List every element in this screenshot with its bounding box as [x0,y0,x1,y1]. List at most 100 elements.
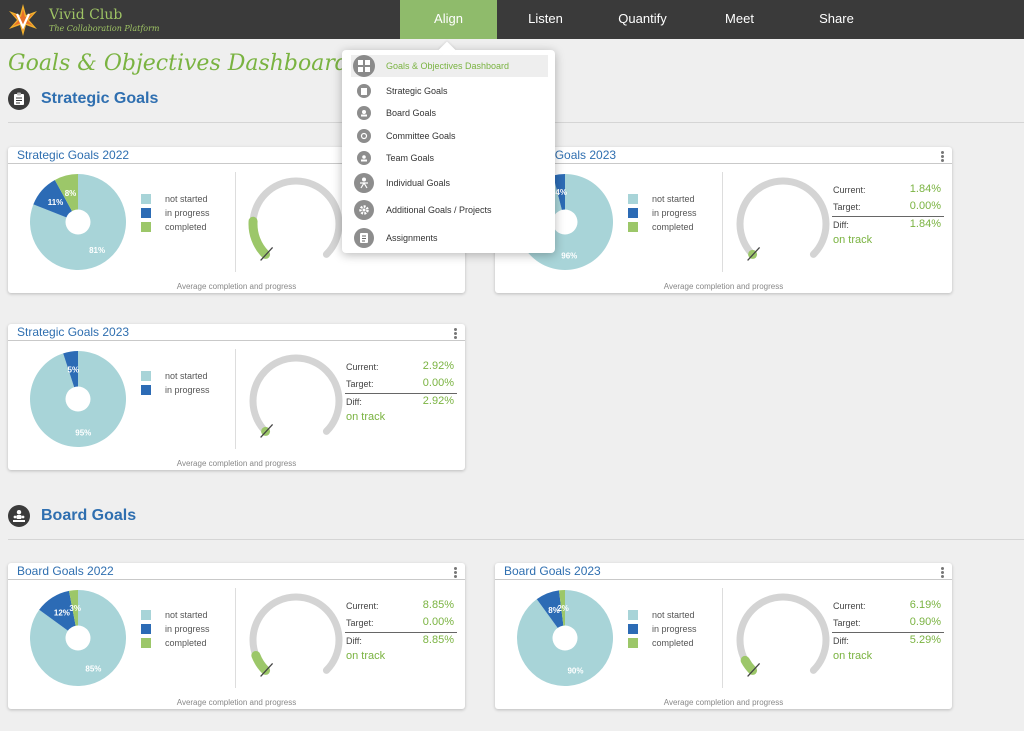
status-badge: on track [346,411,386,423]
progress-gauge [248,177,343,261]
pie-label-in-progress: 5% [68,365,80,374]
legend-item-completed: completed [141,636,210,650]
kebab-menu-icon[interactable] [941,151,945,163]
donut-chart: 81% 11%8% [30,174,126,270]
stat-value: 0.00% [909,200,941,212]
card-caption: Average completion and progress [663,698,784,707]
legend-label: not started [165,371,208,381]
progress-gauge [249,593,343,677]
pie-label-in-progress: 11% [48,198,64,207]
card-divider [235,588,236,688]
card-title[interactable]: Strategic Goals 2022 [17,148,129,162]
progress-stats: Current: 2.92% Target: 0.00% Diff: 2.92% on… [345,359,457,423]
nav-align[interactable]: Align [400,0,497,39]
dropdown-item-goals-objectives-dashboard[interactable]: Goals & Objectives Dashboard [351,55,548,77]
card-header: Board Goals 2022 [8,563,465,580]
kebab-menu-icon[interactable] [454,567,458,579]
stat-label: Target: [346,379,374,389]
goal-card-sg2023b: Strategic Goals 2023 95% 5% not started in… [8,324,465,470]
legend-swatch [141,638,151,648]
dropdown-item-strategic-goals[interactable]: Strategic Goals [351,80,548,102]
pie-label-completed: 3% [69,604,81,613]
gauge-track [736,593,830,674]
legend-label: completed [165,638,207,648]
card-header: Board Goals 2023 [495,563,952,580]
dropdown-item-assignments[interactable]: Assignments [351,227,548,249]
progress-stats: Current: 8.85% Target: 0.00% Diff: 8.85% on… [345,598,457,662]
stat-label: Diff: [346,397,362,407]
legend-swatch [141,194,151,204]
dropdown-item-label: Individual Goals [386,178,451,188]
stat-value: 5.29% [909,634,941,646]
nav-meet[interactable]: Meet [691,0,788,39]
card-title[interactable]: Board Goals 2022 [17,564,114,578]
stat-diff: Diff: 2.92% [345,393,457,410]
stat-target: Target: 0.00% [345,376,457,393]
legend-item-completed: completed [628,220,697,234]
progress-gauge [736,593,830,677]
legend-item-not-started: not started [628,192,697,206]
dropdown-item-label: Goals & Objectives Dashboard [386,61,510,71]
strategic-goals-icon [357,84,371,98]
stat-target: Target: 0.90% [832,615,944,632]
nav-quantify[interactable]: Quantify [594,0,691,39]
dropdown-item-team-goals[interactable]: Team Goals [351,147,548,169]
stat-label: Target: [833,202,861,212]
legend-swatch [141,371,151,381]
brand[interactable]: Vivid Club The Collaboration Platform [6,3,160,37]
stat-value: 6.19% [909,599,941,611]
legend-label: in progress [652,208,697,218]
legend-label: in progress [652,624,697,634]
brand-tagline: The Collaboration Platform [49,23,160,33]
pie-label-completed: 2% [557,604,569,613]
pie-label-in-progress: 12% [54,609,70,618]
donut-chart: 95% 5% [30,351,126,447]
chart-legend: not started in progress completed [141,192,210,234]
legend-item-in-progress: in progress [628,206,697,220]
section-title: Strategic Goals [41,90,159,107]
donut-chart: 90%8%2% [517,590,613,686]
legend-item-not-started: not started [141,369,210,383]
legend-item-completed: completed [141,220,210,234]
stat-value: 8.85% [422,599,454,611]
stat-label: Current: [833,185,866,195]
card-title[interactable]: Board Goals 2023 [504,564,601,578]
legend-label: in progress [165,385,210,395]
legend-item-in-progress: in progress [141,622,210,636]
dropdown-item-board-goals[interactable]: Board Goals [351,102,548,124]
dashboard-icon [353,55,375,77]
status-badge: on track [833,234,873,246]
dropdown-item-label: Committee Goals [386,131,456,141]
dropdown-item-label: Board Goals [386,108,437,118]
stat-current: Current: 2.92% [345,359,457,376]
chart-legend: not started in progress [141,369,210,397]
nav-listen[interactable]: Listen [497,0,594,39]
stat-value: 0.00% [422,616,454,628]
dropdown-item-individual-goals[interactable]: Individual Goals [351,172,548,194]
page-title: Goals & Objectives Dashboard [8,51,349,76]
gauge-track [736,177,830,258]
progress-stats: Current: 6.19% Target: 0.90% Diff: 5.29% on… [832,598,944,662]
legend-swatch [141,610,151,620]
dropdown-item-additional-goals-projects[interactable]: Additional Goals / Projects [351,199,548,221]
card-title[interactable]: Strategic Goals 2023 [17,325,129,339]
legend-item-not-started: not started [141,192,210,206]
dropdown-item-label: Additional Goals / Projects [386,205,492,215]
dropdown-item-committee-goals[interactable]: Committee Goals [351,125,548,147]
nav-share[interactable]: Share [788,0,885,39]
progress-gauge [736,177,830,261]
section-title: Board Goals [41,507,137,524]
stat-value: 2.92% [422,360,454,372]
stat-value: 1.84% [909,218,941,230]
kebab-menu-icon[interactable] [454,328,458,340]
card-divider [722,588,723,688]
clipboard-icon [8,88,30,110]
top-bar: Vivid Club The Collaboration Platform Al… [0,0,1024,39]
kebab-menu-icon[interactable] [941,567,945,579]
team-goals-icon [357,151,371,165]
legend-swatch [628,222,638,232]
stat-label: Diff: [833,636,849,646]
stat-label: Current: [346,362,379,372]
legend-label: not started [165,610,208,620]
board-goals-icon [357,106,371,120]
